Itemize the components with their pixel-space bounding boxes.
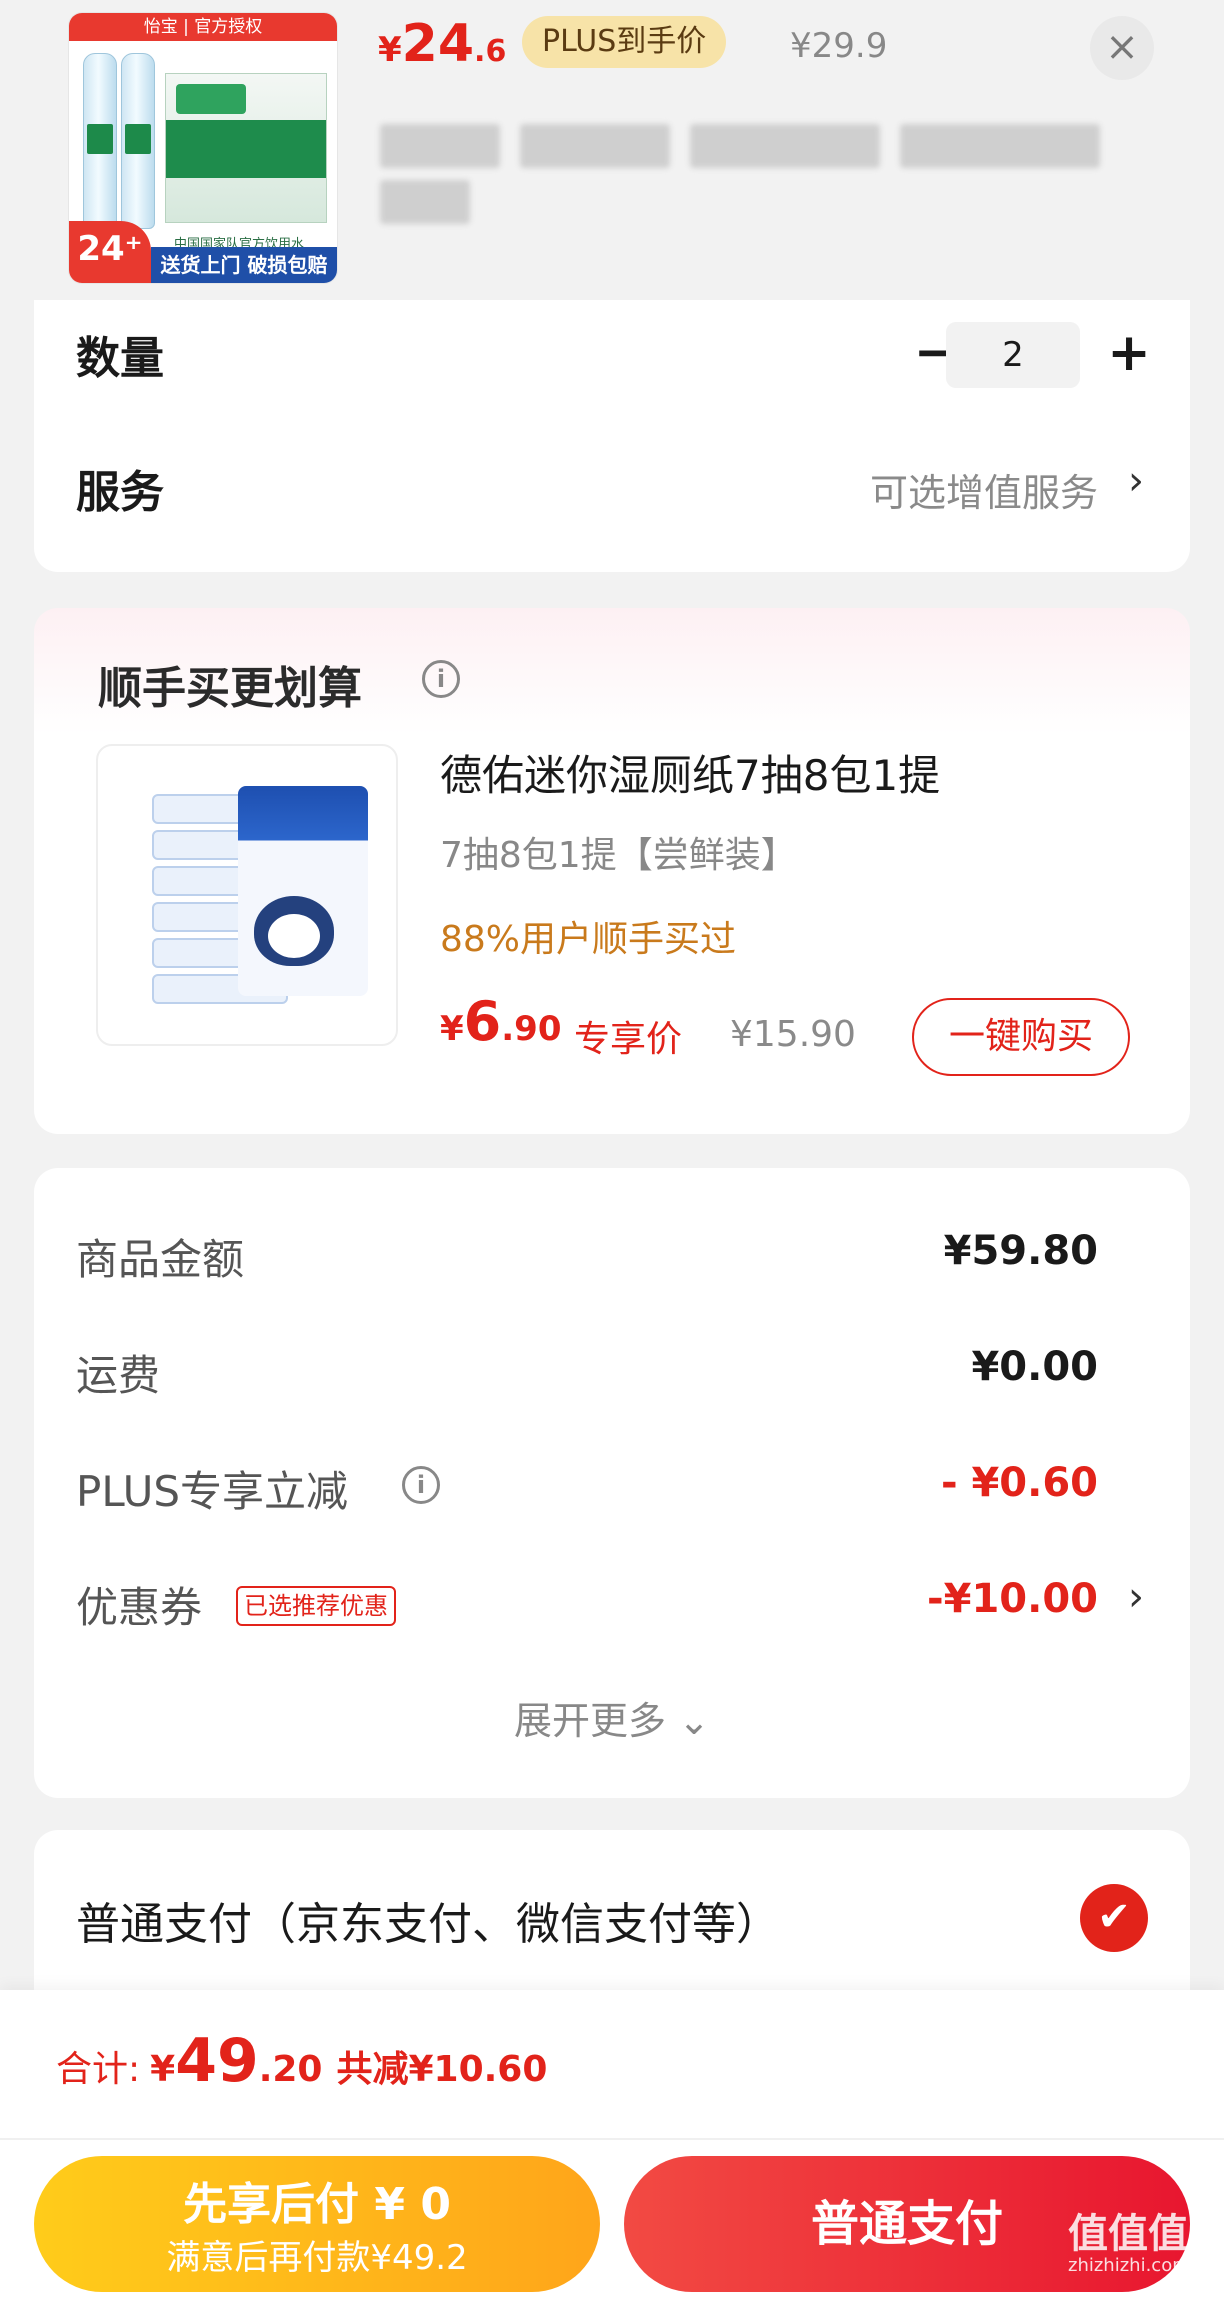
- watermark-text: 值值值: [1068, 2211, 1188, 2257]
- pay-later-subtitle: 满意后再付款¥49.2: [166, 2238, 468, 2278]
- close-icon: ×: [1105, 24, 1139, 70]
- plus-icon: +: [1107, 323, 1151, 383]
- fee-value-shipping: ¥0.00: [971, 1344, 1098, 1390]
- total-integer: 49: [175, 2026, 259, 2096]
- watermark: 值值值 zhizhizhi.com: [1068, 2212, 1190, 2276]
- blurred-product-title: [380, 120, 1160, 230]
- addon-original-price: ¥15.90: [730, 1014, 856, 1055]
- addon-item-name[interactable]: 德佑迷你湿厕纸7抽8包1提: [440, 742, 940, 803]
- addon-price-currency: ¥: [440, 1009, 464, 1049]
- fee-value-plus-discount: - ¥0.60: [940, 1460, 1098, 1506]
- water-box: [165, 73, 327, 223]
- order-options-card: 数量 − 2 + 服务 可选增值服务 ›: [34, 300, 1190, 572]
- product-image: 怡宝 | 官方授权 中国国家队官方饮用水 24⁺ 送货上门 破损包赔: [68, 12, 338, 284]
- count-badge: 24⁺: [69, 221, 151, 283]
- total-decimal: .20: [258, 2049, 323, 2090]
- one-click-buy-button[interactable]: 一键购买: [912, 998, 1130, 1076]
- price-decimal: .6: [474, 34, 507, 69]
- pay-later-title: 先享后付 ¥ 0: [183, 2179, 451, 2230]
- addon-item-spec: 7抽8包1提【尝鲜装】: [440, 835, 797, 876]
- original-price: ¥29.9: [790, 26, 888, 66]
- fee-label-goods: 商品金额: [76, 1235, 245, 1284]
- water-bottles: [83, 53, 163, 233]
- product-header: 怡宝 | 官方授权 中国国家队官方饮用水 24⁺ 送货上门 破损包赔 ¥24.6…: [0, 0, 1224, 322]
- addon-item-price: ¥6.90: [440, 990, 561, 1053]
- addon-exclusive-label: 专享价: [574, 1019, 683, 1060]
- info-icon[interactable]: i: [402, 1466, 440, 1504]
- addon-item-hot: 88%用户顺手买过: [440, 919, 737, 960]
- addon-title: 顺手买更划算: [98, 663, 362, 714]
- coupon-tag: 已选推荐优惠: [236, 1586, 396, 1626]
- header-price: ¥24.6: [378, 14, 506, 74]
- chevron-right-icon[interactable]: ›: [1128, 1574, 1144, 1620]
- order-total: 合计: ¥49.20 共减¥10.60: [56, 2026, 547, 2096]
- total-currency: ¥: [150, 2049, 176, 2090]
- addon-item-image[interactable]: [96, 744, 398, 1046]
- fee-label-plus-discount: PLUS专享立减: [76, 1467, 349, 1516]
- addon-price-integer: 6: [463, 990, 502, 1053]
- fees-card: 商品金额 ¥59.80 运费 ¥0.00 PLUS专享立减 i - ¥0.60 …: [34, 1168, 1190, 1798]
- chevron-right-icon[interactable]: ›: [1128, 458, 1144, 504]
- quantity-input[interactable]: 2: [946, 322, 1080, 388]
- price-integer: 24: [401, 14, 475, 74]
- total-label: 合计:: [56, 2049, 141, 2090]
- fee-label-coupon: 优惠券: [76, 1583, 203, 1632]
- payment-method-label: 普通支付（京东支付、微信支付等）: [76, 1899, 780, 1950]
- fee-value-coupon[interactable]: -¥10.00: [927, 1576, 1098, 1622]
- addon-card: 顺手买更划算 i 德佑迷你湿厕纸7抽8包1提 7抽8包1提【尝鲜装】 88%用户…: [34, 608, 1190, 1134]
- info-icon[interactable]: i: [422, 660, 460, 698]
- check-icon[interactable]: ✔: [1080, 1884, 1148, 1952]
- quantity-increase-button[interactable]: +: [1094, 322, 1164, 386]
- divider: [0, 2138, 1224, 2140]
- promo-strip: 送货上门 破损包赔: [151, 247, 337, 283]
- pay-later-button[interactable]: 先享后付 ¥ 0 满意后再付款¥49.2: [34, 2156, 600, 2292]
- brand-bar: 怡宝 | 官方授权: [69, 13, 337, 41]
- quantity-label: 数量: [76, 333, 164, 384]
- total-saved: 共减¥10.60: [336, 2049, 548, 2090]
- price-currency: ¥: [378, 30, 402, 70]
- expand-more-link[interactable]: 展开更多 ⌄: [34, 1690, 1190, 1745]
- close-button[interactable]: ×: [1090, 16, 1154, 80]
- plus-price-badge: PLUS到手价: [522, 16, 727, 68]
- fee-value-goods: ¥59.80: [943, 1228, 1098, 1274]
- service-label: 服务: [76, 467, 164, 518]
- watermark-url: zhizhizhi.com: [1068, 2255, 1190, 2276]
- payment-method-card[interactable]: 普通支付（京东支付、微信支付等） ✔: [34, 1830, 1190, 2000]
- service-hint[interactable]: 可选增值服务: [870, 462, 1098, 517]
- checkout-bar: 合计: ¥49.20 共减¥10.60 先享后付 ¥ 0 满意后再付款¥49.2 普…: [0, 1990, 1224, 2304]
- addon-price-decimal: .90: [501, 1009, 562, 1049]
- fee-label-shipping: 运费: [76, 1351, 161, 1400]
